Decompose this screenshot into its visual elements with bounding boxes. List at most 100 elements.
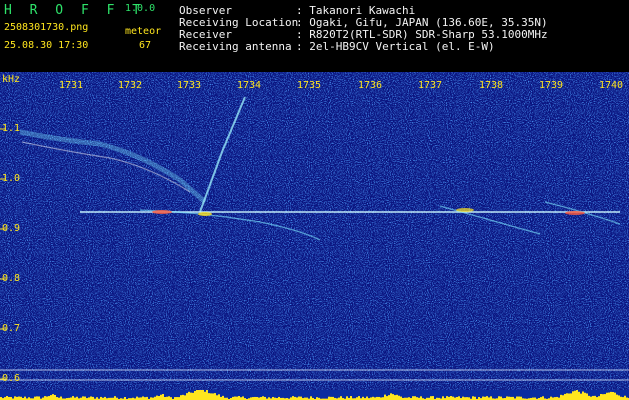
y-tick-0.7: 0.7 — [2, 323, 21, 334]
y-tick-1.0: 1.0 — [2, 173, 21, 184]
hotspot-1 — [152, 210, 172, 214]
histogram-bar — [340, 396, 342, 400]
histogram-bar — [576, 390, 578, 400]
histogram-bar — [82, 396, 84, 400]
histogram-bar — [60, 396, 62, 400]
info-label-antenna: Receiving antenna — [179, 40, 292, 53]
hotspot-3 — [456, 208, 474, 212]
histogram-bar — [588, 395, 590, 400]
histogram-bar — [366, 396, 368, 400]
info-value-observer: : Takanori Kawachi — [296, 4, 416, 17]
info-value-location: : Ogaki, Gifu, JAPAN (136.60E, 35.35N) — [296, 16, 548, 29]
histogram-bar — [168, 396, 170, 400]
histogram-bar — [442, 396, 444, 400]
histogram-bar — [432, 396, 434, 400]
histogram-bar — [450, 396, 452, 400]
histogram-bar — [430, 396, 432, 400]
histogram-bar — [578, 391, 580, 400]
histogram-bar — [482, 396, 484, 400]
histogram-bar — [472, 396, 474, 400]
histogram-bar — [358, 396, 360, 400]
histogram-bar — [162, 394, 164, 400]
histogram-bar — [156, 395, 158, 400]
histogram-bar — [298, 396, 300, 400]
app-version: 1.0.0 — [125, 3, 156, 14]
histogram-bar — [34, 396, 36, 400]
histogram-bar — [498, 396, 500, 400]
x-tick-1733: 1733 — [177, 80, 202, 91]
histogram-bar — [216, 395, 218, 400]
histogram-bar — [72, 396, 74, 400]
histogram-bar — [6, 396, 8, 400]
histogram-bar — [594, 395, 596, 400]
meteor-count: 67 — [139, 40, 152, 51]
histogram-bar — [452, 396, 454, 400]
histogram-bar — [600, 393, 602, 400]
histogram-bar — [388, 395, 390, 400]
histogram-bar — [542, 396, 544, 400]
histogram-bar — [350, 396, 352, 400]
meteor-label: meteor — [125, 26, 162, 37]
histogram-bar — [394, 395, 396, 400]
histogram-bar — [208, 393, 210, 400]
histogram-bar — [52, 394, 54, 400]
histogram-bar — [400, 396, 402, 400]
histogram-bar — [582, 391, 584, 400]
y-tick-1.1: 1.1 — [2, 123, 21, 134]
histogram-bar — [212, 393, 214, 400]
histogram-bar — [222, 395, 224, 400]
histogram-bar — [300, 396, 302, 400]
histogram-bar — [570, 393, 572, 400]
histogram-bar — [84, 396, 86, 400]
histogram-bar — [566, 393, 568, 400]
histogram-bar — [396, 394, 398, 400]
histogram-bar — [202, 390, 204, 400]
histogram-bar — [24, 396, 26, 400]
noise-speckle-layer — [0, 72, 629, 400]
histogram-bar — [44, 396, 46, 400]
histogram-bar — [48, 396, 50, 400]
histogram-bar — [392, 394, 394, 400]
histogram-bar — [614, 392, 616, 400]
info-label-receiver: Receiver — [179, 28, 232, 41]
histogram-bar — [586, 393, 588, 400]
histogram-bar — [188, 391, 190, 400]
histogram-bar — [90, 396, 92, 400]
x-tick-1737: 1737 — [418, 80, 443, 91]
histogram-bar — [506, 396, 508, 400]
y-tick-0.6: 0.6 — [2, 373, 21, 384]
histogram-bar — [616, 394, 618, 400]
histogram-bar — [194, 390, 196, 400]
x-tick-1732: 1732 — [118, 80, 143, 91]
histogram-bar — [198, 390, 200, 400]
histogram-bar — [486, 396, 488, 400]
histogram-bar — [54, 394, 56, 400]
histogram-bar — [574, 390, 576, 400]
histogram-bar — [462, 396, 464, 400]
histogram-bar — [346, 396, 348, 400]
x-tick-1735: 1735 — [297, 80, 322, 91]
histogram-bar — [618, 395, 620, 400]
histogram-bar — [602, 394, 604, 400]
info-label-location: Receiving Location — [179, 16, 299, 29]
histogram-bar — [568, 393, 570, 400]
histogram-bar — [204, 391, 206, 400]
histogram-bar — [206, 390, 208, 400]
app-name: H R O F F T — [4, 3, 146, 18]
histogram-bar — [158, 396, 160, 400]
y-tick-0.9: 0.9 — [2, 223, 21, 234]
histogram-bar — [564, 393, 566, 400]
histogram-bar — [200, 390, 202, 400]
histogram-bar — [214, 393, 216, 400]
histogram-bar — [218, 394, 220, 400]
histogram-bar — [572, 391, 574, 400]
file-name: 2508301730.png — [4, 22, 89, 33]
histogram-bar — [612, 391, 614, 400]
histogram-bar — [550, 396, 552, 400]
info-value-antenna: : 2el-HB9CV Vertical (el. E-W) — [296, 40, 495, 53]
histogram-bar — [592, 395, 594, 400]
histogram-bar — [490, 396, 492, 400]
histogram-bar — [136, 396, 138, 400]
histogram-bar — [186, 393, 188, 400]
histogram-bar — [180, 395, 182, 400]
